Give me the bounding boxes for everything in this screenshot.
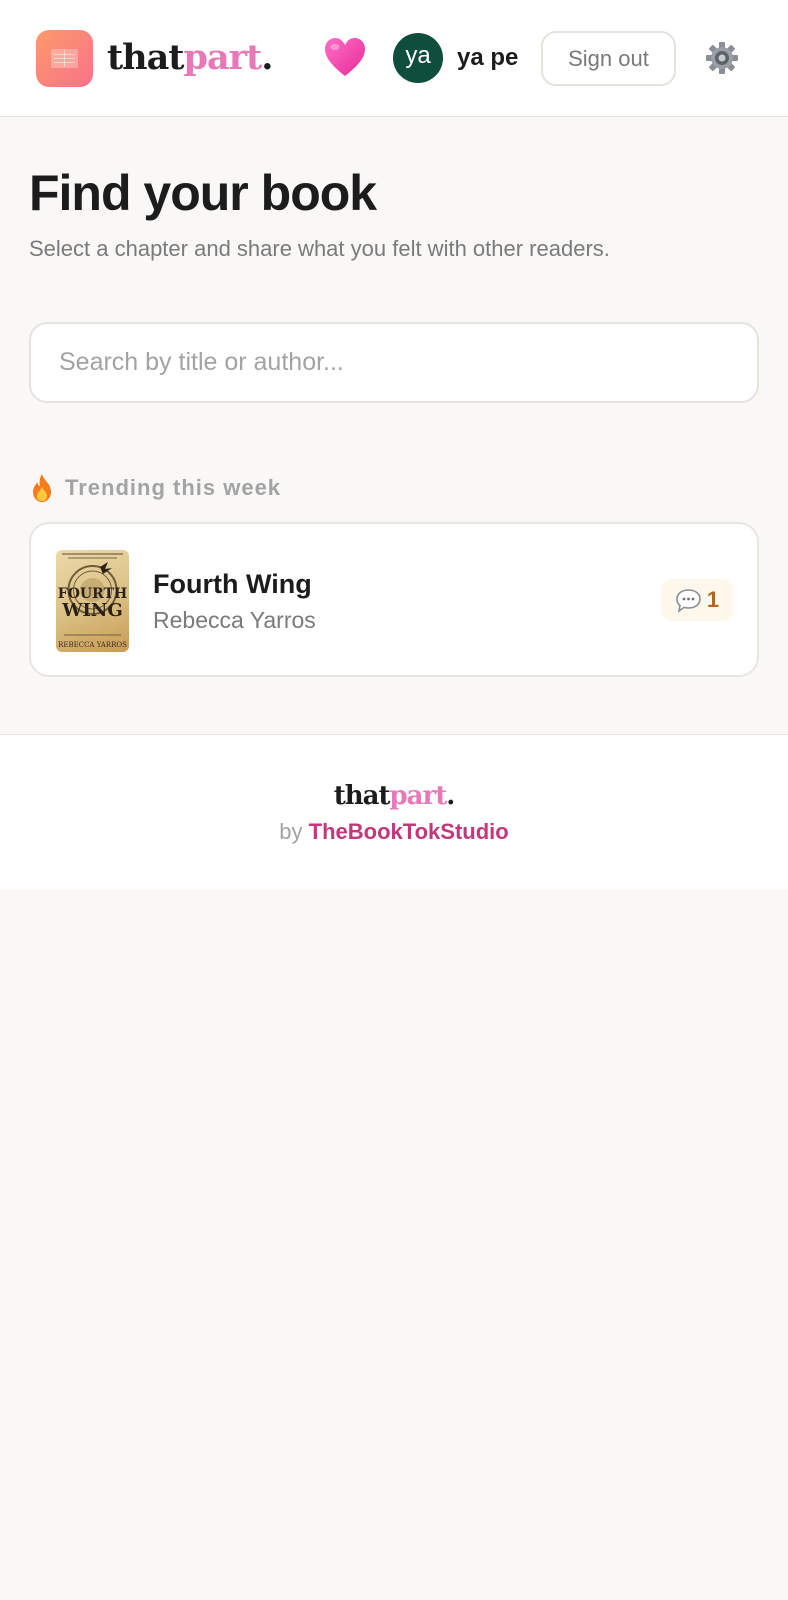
avatar-initials: ya bbox=[405, 42, 431, 69]
book-author: Rebecca Yarros bbox=[153, 607, 316, 633]
open-book-icon bbox=[51, 49, 78, 68]
trending-label: Trending this week bbox=[65, 475, 282, 500]
gear-icon[interactable] bbox=[705, 41, 739, 75]
book-cover-image: FOURTH WING REBECCA YARROS bbox=[56, 550, 129, 652]
by-label: by bbox=[279, 819, 303, 844]
cover-author: REBECCA YARROS bbox=[58, 641, 127, 649]
studio-link[interactable]: TheBookTokStudio bbox=[309, 819, 509, 844]
brand-wordmark[interactable]: thatpart. bbox=[107, 36, 273, 80]
sign-out-button[interactable]: Sign out bbox=[541, 31, 676, 86]
user-name: ya pe bbox=[457, 44, 519, 71]
footer-brand-part-2: part bbox=[389, 781, 447, 811]
page-title: Find your book bbox=[29, 165, 377, 221]
speech-bubble-icon bbox=[676, 588, 701, 613]
avatar[interactable]: ya bbox=[393, 33, 443, 83]
logo-icon[interactable] bbox=[36, 30, 93, 87]
search-input[interactable] bbox=[29, 322, 759, 403]
footer-byline: by TheBookTokStudio bbox=[0, 817, 788, 847]
book-title: Fourth Wing bbox=[153, 569, 312, 599]
brand-part-2: part bbox=[183, 37, 262, 78]
comment-count: 1 bbox=[706, 587, 720, 612]
page-footer: thatpart. by TheBookTokStudio bbox=[0, 734, 788, 890]
pink-heart-icon[interactable] bbox=[323, 36, 367, 80]
book-card[interactable]: FOURTH WING REBECCA YARROS Fourth Wing R… bbox=[29, 522, 759, 677]
fire-icon bbox=[33, 474, 51, 502]
trending-header: Trending this week bbox=[29, 472, 281, 504]
comment-count-badge: 1 bbox=[661, 579, 733, 621]
brand-part-3: . bbox=[261, 37, 273, 78]
cover-title-line-2: WING bbox=[61, 600, 122, 621]
app-header: thatpart. ya ya pe Sign out bbox=[0, 0, 788, 117]
footer-brand-wordmark: thatpart. bbox=[0, 779, 788, 813]
footer-brand-part-3: . bbox=[446, 781, 455, 811]
footer-brand-part-1: that bbox=[333, 781, 391, 811]
brand-part-1: that bbox=[107, 37, 184, 78]
page-subtitle: Select a chapter and share what you felt… bbox=[29, 236, 610, 261]
